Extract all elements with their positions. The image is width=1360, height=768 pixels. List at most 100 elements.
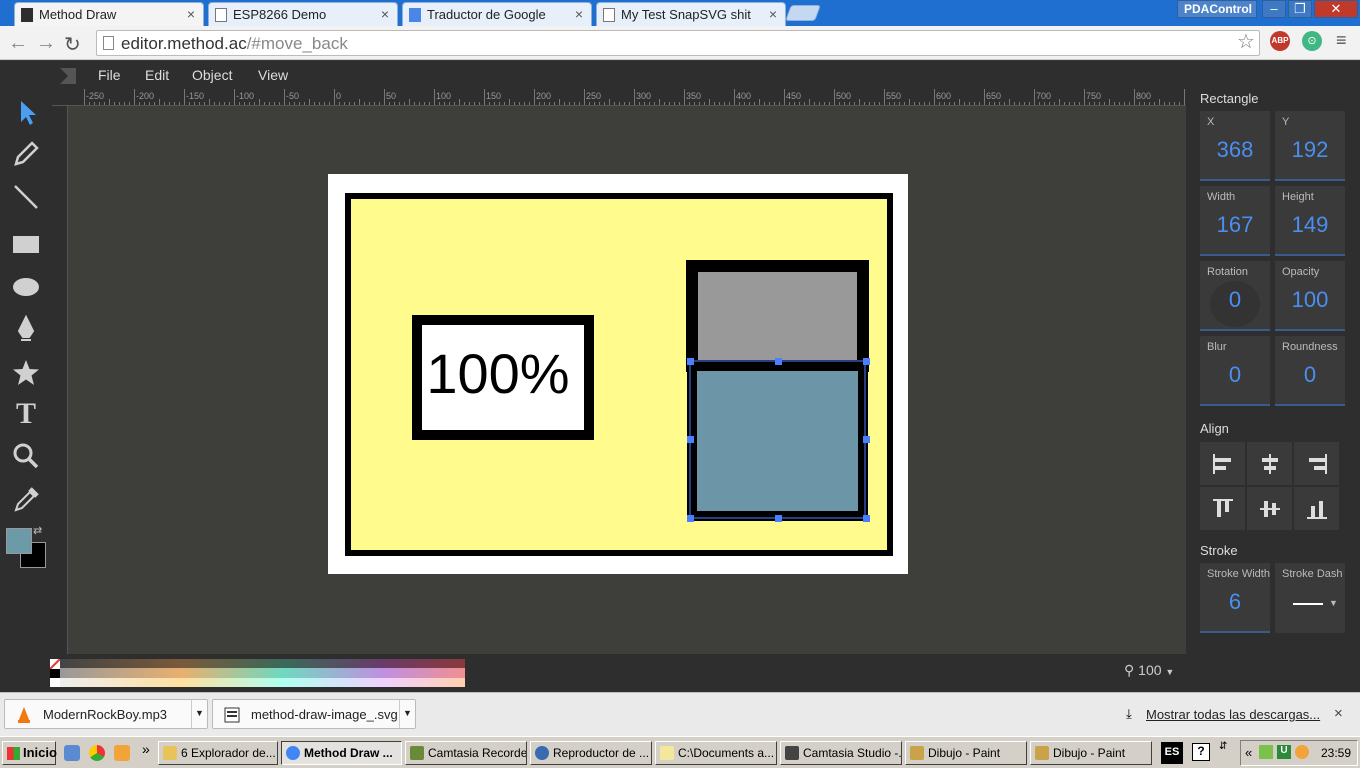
align-left-button[interactable] xyxy=(1200,442,1245,485)
close-window-button[interactable]: ✕ xyxy=(1314,0,1358,18)
pencil-tool-icon[interactable] xyxy=(8,136,44,172)
select-tool-icon[interactable] xyxy=(8,93,44,129)
x-value[interactable]: 368 xyxy=(1200,137,1270,163)
canvas-workarea[interactable]: 100% xyxy=(68,106,1186,654)
download-item-mp3[interactable]: ModernRockBoy.mp3 ▼ xyxy=(4,699,208,729)
roundness-field[interactable]: Roundness 0 xyxy=(1275,336,1345,406)
tab-close-icon[interactable]: × xyxy=(187,6,195,22)
tab-google-translate[interactable]: Traductor de Google × xyxy=(402,2,592,26)
text-tool-icon[interactable]: T xyxy=(8,396,44,432)
resize-handle-nw[interactable] xyxy=(687,358,694,365)
download-options-icon[interactable]: ▼ xyxy=(399,700,415,728)
menu-edit[interactable]: Edit xyxy=(145,67,169,83)
menu-file[interactable]: File xyxy=(98,67,121,83)
close-download-shelf-button[interactable]: × xyxy=(1334,705,1343,722)
chrome-quicklaunch-icon[interactable] xyxy=(89,745,105,761)
align-center-button[interactable] xyxy=(1247,442,1292,485)
align-top-button[interactable] xyxy=(1200,487,1245,530)
width-field[interactable]: Width 167 xyxy=(1200,186,1270,256)
pen-tool-icon[interactable] xyxy=(8,311,44,347)
resize-handle-w[interactable] xyxy=(687,436,694,443)
tray-app-icon[interactable]: U xyxy=(1277,745,1291,759)
rotation-field[interactable]: Rotation 0 xyxy=(1200,261,1270,331)
start-button[interactable]: Inicio xyxy=(2,741,57,765)
zoom-control[interactable]: ⚲ 100 ▼ xyxy=(1124,662,1174,679)
resize-handle-sw[interactable] xyxy=(687,515,694,522)
adblock-plus-icon[interactable]: ABP xyxy=(1270,31,1290,51)
rectangle-tool-icon[interactable] xyxy=(8,226,44,262)
new-tab-button[interactable] xyxy=(785,5,821,21)
resize-handle-n[interactable] xyxy=(775,358,782,365)
menu-view[interactable]: View xyxy=(258,67,288,83)
tab-close-icon[interactable]: × xyxy=(575,6,583,22)
stroke-width-field[interactable]: Stroke Width 6 xyxy=(1200,563,1270,633)
align-middle-button[interactable] xyxy=(1247,487,1292,530)
taskbar-button-camtasia-recorder[interactable]: Camtasia Recorder xyxy=(405,741,527,765)
download-options-icon[interactable]: ▼ xyxy=(191,700,207,728)
tab-esp8266-demo[interactable]: ESP8266 Demo × xyxy=(208,2,398,26)
resize-handle-se[interactable] xyxy=(863,515,870,522)
width-value[interactable]: 167 xyxy=(1200,212,1270,238)
taskbar-button-camtasia-studio[interactable]: Camtasia Studio -... xyxy=(780,741,902,765)
fill-color-swatch[interactable] xyxy=(6,528,32,554)
clock[interactable]: 23:59 xyxy=(1321,746,1351,760)
restore-button[interactable]: ❐ xyxy=(1288,0,1312,18)
menu-object[interactable]: Object xyxy=(192,67,232,83)
blue-rect[interactable] xyxy=(687,361,868,521)
resize-handle-e[interactable] xyxy=(863,436,870,443)
blur-value[interactable]: 0 xyxy=(1200,362,1270,388)
show-all-downloads-link[interactable]: Mostrar todas las descargas... xyxy=(1146,707,1320,722)
blur-field[interactable]: Blur 0 xyxy=(1200,336,1270,406)
language-indicator[interactable]: ES xyxy=(1161,742,1183,764)
tab-snapsvg-test[interactable]: My Test SnapSVG shit × xyxy=(596,2,786,26)
tab-close-icon[interactable]: × xyxy=(381,6,389,22)
star-tool-icon[interactable] xyxy=(8,355,44,391)
tab-close-icon[interactable]: × xyxy=(769,6,777,22)
minimize-button[interactable]: – xyxy=(1262,0,1286,18)
ellipse-tool-icon[interactable] xyxy=(8,269,44,305)
stroke-width-value[interactable]: 6 xyxy=(1200,589,1270,615)
help-icon[interactable]: ? xyxy=(1192,743,1210,761)
extension-icon[interactable]: ⊙ xyxy=(1302,31,1322,51)
line-tool-icon[interactable] xyxy=(8,179,44,215)
download-item-svg[interactable]: method-draw-image_.svg ▼ xyxy=(212,699,416,729)
tab-method-draw[interactable]: Method Draw × xyxy=(14,2,204,26)
align-right-button[interactable] xyxy=(1294,442,1339,485)
rotation-value[interactable]: 0 xyxy=(1200,287,1270,313)
back-button[interactable]: ← xyxy=(8,32,28,55)
chrome-menu-icon[interactable]: ≡ xyxy=(1336,30,1347,51)
align-bottom-button[interactable] xyxy=(1294,487,1339,530)
drawing-page[interactable]: 100% xyxy=(328,174,908,574)
y-field[interactable]: Y 192 xyxy=(1275,111,1345,181)
height-value[interactable]: 149 xyxy=(1275,212,1345,238)
taskbar-button-documents[interactable]: C:\Documents a... xyxy=(655,741,777,765)
bookmark-star-icon[interactable]: ☆ xyxy=(1237,29,1255,54)
taskbar-button-method-draw[interactable]: Method Draw ... xyxy=(281,741,402,765)
percent-text[interactable]: 100% xyxy=(426,342,569,405)
tray-app-icon[interactable] xyxy=(1259,745,1273,759)
color-palette[interactable] xyxy=(49,658,465,687)
gray-rect[interactable] xyxy=(686,260,869,372)
resize-handle-ne[interactable] xyxy=(863,358,870,365)
height-field[interactable]: Height 149 xyxy=(1275,186,1345,256)
user-profile-badge[interactable]: PDAControl xyxy=(1177,0,1257,18)
taskbar-button-media-player[interactable]: Reproductor de ... xyxy=(530,741,652,765)
roundness-value[interactable]: 0 xyxy=(1275,362,1345,388)
tray-expand-icon[interactable]: ⇵ xyxy=(1219,741,1227,752)
taskbar-button-paint-2[interactable]: Dibujo - Paint xyxy=(1030,741,1152,765)
resize-handle-s[interactable] xyxy=(775,515,782,522)
address-bar[interactable]: editor.method.ac/#move_back xyxy=(96,30,1260,56)
forward-button[interactable]: → xyxy=(36,32,56,55)
stroke-dash-select[interactable]: Stroke Dash ▼ xyxy=(1275,563,1345,633)
x-field[interactable]: X 368 xyxy=(1200,111,1270,181)
eyedropper-tool-icon[interactable] xyxy=(8,481,44,517)
ie-quicklaunch-icon[interactable] xyxy=(64,745,80,761)
show-hidden-icons-icon[interactable]: « xyxy=(1245,745,1252,760)
more-quicklaunch-icon[interactable]: » xyxy=(142,741,150,757)
opacity-value[interactable]: 100 xyxy=(1275,287,1345,313)
tray-app-icon[interactable] xyxy=(1295,745,1309,759)
opacity-field[interactable]: Opacity 100 xyxy=(1275,261,1345,331)
y-value[interactable]: 192 xyxy=(1275,137,1345,163)
taskbar-button-paint-1[interactable]: Dibujo - Paint xyxy=(905,741,1027,765)
paint-quicklaunch-icon[interactable] xyxy=(114,745,130,761)
